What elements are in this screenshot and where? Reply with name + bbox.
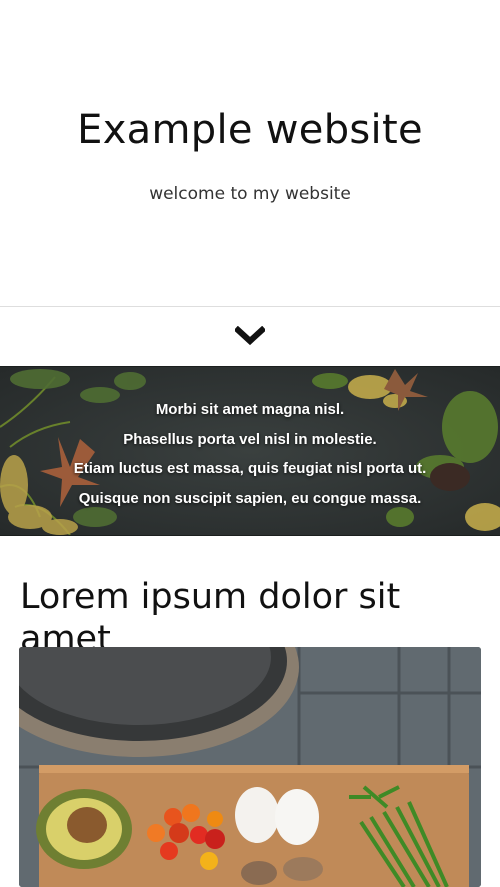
banner-line: Morbi sit amet magna nisl. bbox=[155, 401, 345, 418]
site-header: Example website welcome to my website bbox=[0, 0, 500, 306]
scroll-down-bar bbox=[0, 307, 500, 366]
banner-text: Morbi sit amet magna nisl. Phasellus por… bbox=[0, 395, 500, 513]
banner: Morbi sit amet magna nisl. Phasellus por… bbox=[0, 366, 500, 536]
banner-line: Phasellus porta vel nisl in molestie. bbox=[123, 430, 377, 448]
banner-line: Quisque non suscipit sapien, eu congue m… bbox=[78, 489, 422, 507]
food-photo bbox=[19, 647, 481, 887]
site-tagline: welcome to my website bbox=[149, 184, 351, 204]
site-title: Example website bbox=[77, 107, 423, 153]
banner-line: Etiam luctus est massa, quis feugiat nis… bbox=[73, 460, 427, 477]
chevron-down-icon[interactable] bbox=[235, 325, 265, 348]
